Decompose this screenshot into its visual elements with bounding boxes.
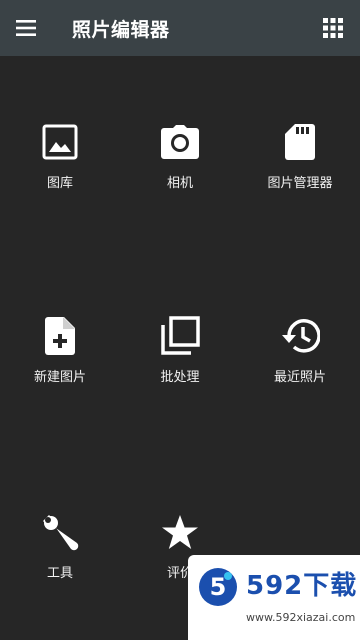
wrench-icon (38, 510, 82, 554)
app-title: 照片编辑器 (72, 19, 170, 41)
tile-batch[interactable]: 批处理 (120, 314, 240, 385)
tile-label: 新建图片 (33, 370, 86, 385)
hamburger-menu-icon[interactable] (14, 16, 42, 40)
tile-label: 相机 (166, 176, 193, 191)
site-watermark: 5 592下载 www.592xiazai.com (188, 555, 360, 640)
tile-new-image[interactable]: 新建图片 (0, 314, 120, 385)
tile-photo-manager[interactable]: 图片管理器 (240, 120, 360, 191)
batch-layers-icon (158, 314, 202, 358)
tile-gallery[interactable]: 图库 (0, 120, 120, 191)
tile-label: 工具 (46, 566, 73, 581)
watermark-url: www.592xiazai.com (246, 611, 356, 624)
tile-tools[interactable]: 工具 (0, 510, 120, 581)
apps-grid-icon[interactable] (322, 17, 344, 39)
star-icon (158, 510, 202, 554)
image-icon (38, 120, 82, 164)
history-icon (278, 314, 322, 358)
tile-label: 图片管理器 (267, 176, 333, 191)
main-menu-grid: 图库 相机 图片管理器 新建图片 批处理 最近照片 工具 评价 (0, 56, 360, 640)
app-bar: 照片编辑器 (0, 0, 360, 56)
svg-text:5: 5 (210, 573, 227, 601)
sd-card-icon (278, 120, 322, 164)
new-file-icon (38, 314, 82, 358)
watermark-logo-icon: 5 (198, 567, 238, 607)
tile-camera[interactable]: 相机 (120, 120, 240, 191)
watermark-brand: 592下载 (246, 571, 358, 601)
camera-icon (158, 120, 202, 164)
tile-label: 图库 (46, 176, 73, 191)
tile-label: 最近照片 (273, 370, 326, 385)
tile-label: 批处理 (160, 370, 200, 385)
tile-recent-photos[interactable]: 最近照片 (240, 314, 360, 385)
